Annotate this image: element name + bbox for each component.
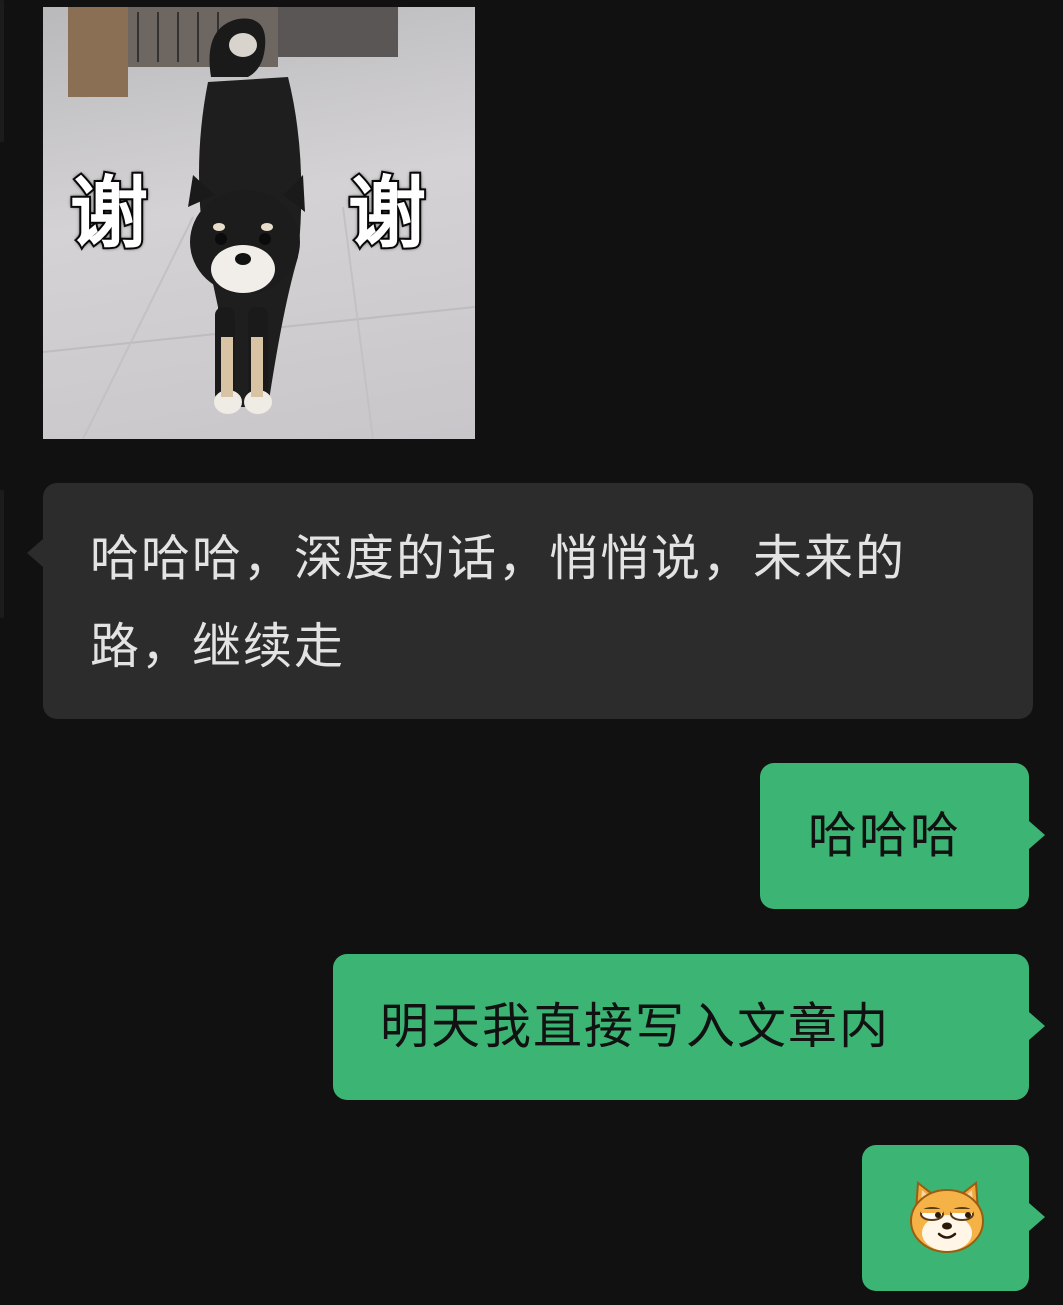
message-text: 明天我直接写入文章内 [380,998,891,1055]
sticker-caption-left: 谢 [68,169,150,259]
sticker-caption-right: 谢 [346,169,428,259]
outgoing-emoji-bubble[interactable] [862,1145,1045,1291]
bubble-tail [1029,821,1045,849]
bubble-tail [1029,1203,1045,1231]
message-text: 哈哈哈，深度的话，悄悄说，未来的路，继续走 [90,530,907,675]
avatar-edge [0,490,4,618]
sticker-message[interactable]: 谢 谢 [43,7,475,439]
smug-doge-emoji-icon [910,1181,984,1253]
outgoing-message-bubble[interactable]: 哈哈哈 [760,763,1045,909]
bubble-tail [27,539,43,567]
bubble-tail [1029,1012,1045,1040]
incoming-message-bubble[interactable]: 哈哈哈，深度的话，悄悄说，未来的路，继续走 [27,483,1033,719]
avatar-edge [0,0,4,142]
outgoing-message-bubble[interactable]: 明天我直接写入文章内 [333,954,1045,1100]
message-text: 哈哈哈 [808,807,962,864]
